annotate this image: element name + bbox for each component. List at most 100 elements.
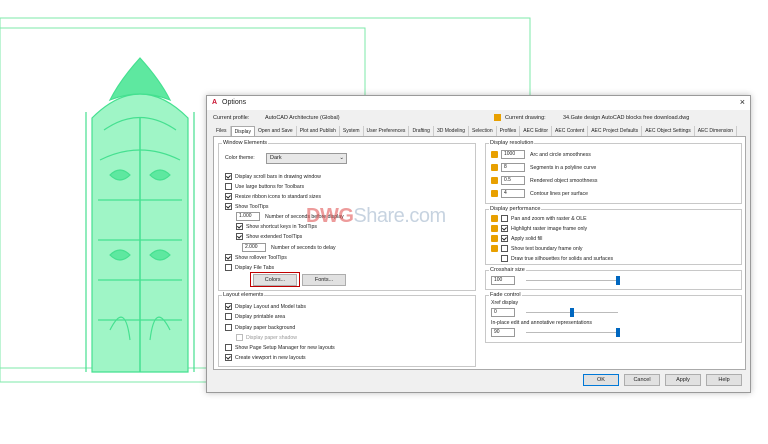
tab-plot-and-publish[interactable]: Plot and Publish: [297, 126, 340, 136]
tab-user-preferences[interactable]: User Preferences: [364, 126, 410, 136]
large-buttons-checkbox[interactable]: Use large buttons for Toolbars: [225, 183, 304, 190]
checkbox-icon: [225, 303, 232, 310]
tab-aec-dimension[interactable]: AEC Dimension: [695, 126, 738, 136]
arc-smoothness-row: 1000 Arc and circle smoothness: [491, 150, 591, 159]
scroll-bars-label: Display scroll bars in drawing window: [235, 173, 321, 180]
paper-background-checkbox[interactable]: Display paper background: [225, 324, 295, 331]
polyline-segments-label: Segments in a polyline curve: [530, 164, 597, 171]
pan-zoom-raster-checkbox[interactable]: Pan and zoom with raster & OLE: [491, 215, 587, 222]
highlight-raster-checkbox[interactable]: Highlight raster image frame only: [491, 225, 587, 232]
xref-display-slider-thumb[interactable]: [570, 308, 574, 317]
show-tooltips-label: Show ToolTips: [235, 203, 269, 210]
dialog-title: Options: [222, 99, 247, 106]
pan-zoom-raster-icon: [491, 215, 498, 222]
checkbox-icon: [225, 173, 232, 180]
text-boundary-icon: [491, 245, 498, 252]
help-button[interactable]: Help: [706, 374, 742, 386]
extended-delay-input[interactable]: 2.000: [242, 243, 266, 252]
autocad-logo-icon: A: [212, 99, 218, 106]
text-boundary-checkbox[interactable]: Show text boundary frame only: [491, 245, 583, 252]
tab-selection[interactable]: Selection: [469, 126, 497, 136]
layout-elements-title: Layout elements: [222, 292, 265, 298]
contour-lines-label: Contour lines per surface: [530, 190, 588, 197]
crosshair-slider[interactable]: [526, 280, 618, 281]
rollover-tooltips-checkbox[interactable]: Show rollover ToolTips: [225, 254, 287, 261]
contour-lines-row: 4 Contour lines per surface: [491, 189, 588, 198]
arc-smoothness-input[interactable]: 1000: [501, 150, 525, 159]
color-theme-value: Dark: [270, 155, 282, 161]
true-silhouettes-checkbox[interactable]: Draw true silhouettes for solids and sur…: [501, 255, 613, 262]
tab-display[interactable]: Display: [230, 126, 255, 136]
ok-button[interactable]: OK: [583, 374, 619, 386]
tab-strip: Files Display Open and Save Plot and Pub…: [213, 126, 748, 136]
text-boundary-label: Show text boundary frame only: [511, 245, 583, 252]
page-setup-manager-checkbox[interactable]: Show Page Setup Manager for new layouts: [225, 344, 335, 351]
tooltip-delay-input[interactable]: 1.000: [236, 212, 260, 221]
rollover-tooltips-label: Show rollover ToolTips: [235, 254, 287, 261]
tab-profiles[interactable]: Profiles: [497, 126, 521, 136]
highlight-raster-icon: [491, 225, 498, 232]
current-profile-value: AutoCAD Architecture (Global): [265, 115, 340, 121]
layout-model-tabs-checkbox[interactable]: Display Layout and Model tabs: [225, 303, 306, 310]
paper-background-label: Display paper background: [235, 324, 296, 331]
apply-button[interactable]: Apply: [665, 374, 701, 386]
checkbox-icon: [501, 235, 508, 242]
cancel-button[interactable]: Cancel: [624, 374, 660, 386]
tab-3d-modeling[interactable]: 3D Modeling: [434, 126, 470, 136]
extended-tooltips-label: Show extended ToolTips: [246, 233, 303, 240]
dialog-titlebar: A Options ×: [207, 96, 750, 110]
checkbox-icon: [236, 334, 243, 341]
inplace-edit-input[interactable]: 90: [491, 328, 515, 337]
color-theme-select[interactable]: Dark ⌄: [266, 153, 347, 164]
checkbox-icon: [236, 233, 243, 240]
polyline-segments-input[interactable]: 8: [501, 163, 525, 172]
checkbox-icon: [501, 255, 508, 262]
xref-display-label: Xref display: [491, 300, 519, 306]
close-icon[interactable]: ×: [740, 97, 745, 107]
rendered-smoothness-label: Rendered object smoothness: [530, 177, 598, 184]
inplace-edit-slider[interactable]: [526, 332, 618, 333]
arc-smoothness-label: Arc and circle smoothness: [530, 151, 591, 158]
paper-shadow-checkbox[interactable]: Display paper shadow: [236, 334, 297, 341]
tab-drafting[interactable]: Drafting: [409, 126, 434, 136]
show-tooltips-checkbox[interactable]: Show ToolTips: [225, 203, 268, 210]
watermark-share: Share.com: [353, 205, 446, 227]
checkbox-icon: [501, 215, 508, 222]
extended-delay-row: 2.000 Number of seconds to delay: [242, 243, 336, 252]
tab-aec-content[interactable]: AEC Content: [552, 126, 589, 136]
xref-display-input[interactable]: 0: [491, 308, 515, 317]
inplace-edit-slider-thumb[interactable]: [616, 328, 620, 337]
tab-aec-editor[interactable]: AEC Editor: [520, 126, 553, 136]
create-viewport-checkbox[interactable]: Create viewport in new layouts: [225, 354, 306, 361]
crosshair-slider-thumb[interactable]: [616, 276, 620, 285]
pan-zoom-raster-label: Pan and zoom with raster & OLE: [511, 215, 587, 222]
current-profile-label: Current profile:: [213, 115, 250, 121]
create-viewport-label: Create viewport in new layouts: [235, 354, 306, 361]
file-tabs-checkbox[interactable]: Display File Tabs: [225, 264, 274, 271]
fonts-button[interactable]: Fonts...: [302, 274, 346, 286]
current-drawing-label: Current drawing:: [505, 115, 546, 121]
fade-control-group: [485, 295, 742, 343]
checkbox-icon: [225, 344, 232, 351]
tab-aec-object-settings[interactable]: AEC Object Settings: [642, 126, 695, 136]
layout-model-tabs-label: Display Layout and Model tabs: [235, 303, 306, 310]
crosshair-input[interactable]: 100: [491, 276, 515, 285]
page-setup-manager-label: Show Page Setup Manager for new layouts: [235, 344, 335, 351]
rendered-smoothness-input[interactable]: 0.5: [501, 176, 525, 185]
tab-system[interactable]: System: [340, 126, 364, 136]
extended-tooltips-checkbox[interactable]: Show extended ToolTips: [236, 233, 302, 240]
resize-ribbon-checkbox[interactable]: Resize ribbon icons to standard sizes: [225, 193, 321, 200]
large-buttons-label: Use large buttons for Toolbars: [235, 183, 305, 190]
arc-smoothness-icon: [491, 151, 498, 158]
scroll-bars-checkbox[interactable]: Display scroll bars in drawing window: [225, 173, 321, 180]
checkbox-icon: [225, 193, 232, 200]
tab-files[interactable]: Files: [213, 126, 231, 136]
highlight-raster-label: Highlight raster image frame only: [511, 225, 588, 232]
tab-open-and-save[interactable]: Open and Save: [255, 126, 297, 136]
tab-aec-project-defaults[interactable]: AEC Project Defaults: [588, 126, 643, 136]
solid-fill-checkbox[interactable]: Apply solid fill: [491, 235, 542, 242]
display-tab-panel: Window Elements Color theme: Dark ⌄ Disp…: [213, 136, 746, 370]
contour-lines-input[interactable]: 4: [501, 189, 525, 198]
printable-area-checkbox[interactable]: Display printable area: [225, 313, 285, 320]
shortcut-keys-checkbox[interactable]: Show shortcut keys in ToolTips: [236, 223, 317, 230]
